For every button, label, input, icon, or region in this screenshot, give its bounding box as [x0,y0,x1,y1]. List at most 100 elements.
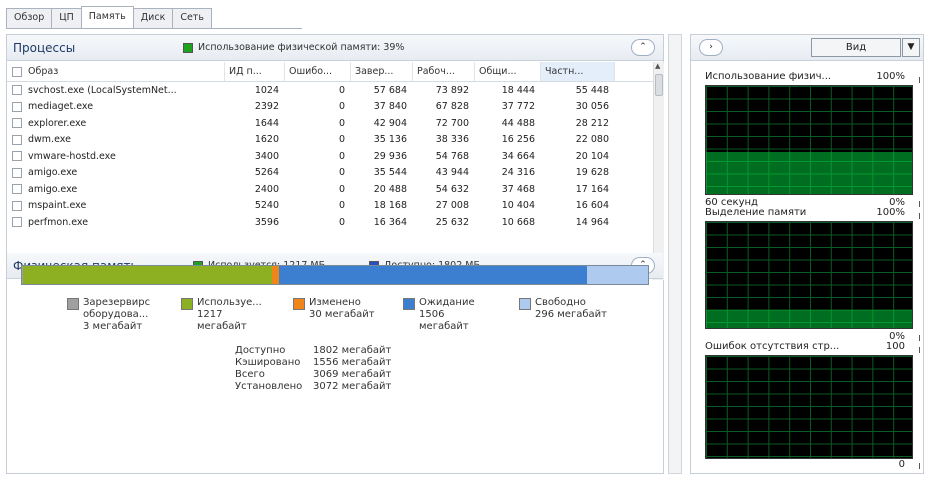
col-image[interactable]: Образ [7,62,225,81]
legend-line: мегабайт [419,321,469,332]
row-checkbox[interactable] [12,184,22,195]
col-pid[interactable]: ИД п... [225,62,285,81]
graph-scale-tick [915,201,920,207]
select-all-checkbox[interactable] [12,66,22,77]
process-value-cell: 0 [338,200,345,212]
process-value-cell: 35 544 [373,167,407,179]
col-shareable[interactable]: Общи... [475,62,541,81]
process-value-cell: 3400 [254,150,279,162]
process-value-cell: 55 448 [575,84,609,96]
graph-fill [706,309,912,328]
process-value-cell: 73 892 [435,84,469,96]
process-value-cell: 20 104 [575,150,609,162]
table-row[interactable]: explorer.exe 1644 0 42 904 72 700 44 488 28 21… [7,115,653,132]
legend-line: 30 мегабайт [309,309,375,320]
col-faults[interactable]: Ошибо... [285,62,351,81]
process-value-cell: 54 768 [435,150,469,162]
table-scrollbar[interactable]: ▲ ▼ [653,62,664,280]
stat-label: Всего [235,369,265,380]
process-value-cell: 37 772 [501,101,535,113]
tab-cpu[interactable]: ЦП [51,8,82,28]
memory-graph [705,355,913,459]
legend-line: мегабайт [197,321,247,332]
table-row[interactable]: mspaint.exe 5240 0 18 168 27 008 10 404 16 604 [7,198,653,215]
table-row[interactable]: svchost.exe (LocalSystemNet... 1024 0 57 68… [7,82,653,99]
processes-header[interactable]: Процессы Использование физической памяти… [7,35,663,61]
stat-label: Доступно [235,345,286,356]
process-value-cell: 44 488 [501,117,535,129]
process-value-cell: 2392 [254,101,279,113]
legend-text: Используе... 1217 мегабайт [197,297,262,333]
tab-memory[interactable]: Память [80,6,134,28]
view-button[interactable]: Вид [811,38,901,57]
process-value-cell: 34 664 [501,150,535,162]
process-value-cell: 20 488 [373,183,407,195]
legend-swatch [293,298,305,310]
legend-line: Зарезервирс [83,297,151,308]
process-value-cell: 19 628 [575,167,609,179]
row-checkbox[interactable] [12,85,22,96]
table-header: Образ ИД п... Ошибо... Завер... Рабоч...… [7,62,653,82]
process-value-cell: 0 [338,84,345,96]
memory-graph [705,221,913,329]
process-table: Образ ИД п... Ошибо... Завер... Рабоч...… [7,62,653,280]
table-row[interactable]: vmware-hostd.exe 3400 0 29 936 54 768 34 664 2… [7,148,653,165]
process-value-cell: 0 [338,167,345,179]
row-checkbox[interactable] [12,200,22,211]
graph-scale-tick [915,335,920,341]
col-private[interactable]: Частн... [541,62,615,81]
row-checkbox[interactable] [12,167,22,178]
table-row[interactable]: amigo.exe 2400 0 20 488 54 632 37 468 17 164 [7,181,653,198]
legend-swatch [67,298,79,310]
process-value-cell: 25 632 [435,216,469,228]
process-value-cell: 5240 [254,200,279,212]
process-value-cell: 35 136 [373,134,407,146]
graph-title: Ошибок отсутствия стр... 100 [705,341,905,352]
row-checkbox[interactable] [12,151,22,162]
graph-scale-tick [915,347,920,353]
legend-text: Ожидание 1506 мегабайт [419,297,475,333]
row-checkbox[interactable] [12,118,22,129]
col-commit[interactable]: Завер... [351,62,413,81]
process-value-cell: 16 364 [373,216,407,228]
view-dropdown-button[interactable]: ▼ [902,38,920,57]
process-value-cell: 37 468 [501,183,535,195]
process-value-cell: 10 404 [501,200,535,212]
process-value-cell: 43 944 [435,167,469,179]
row-checkbox[interactable] [12,101,22,112]
scroll-up-icon[interactable]: ▲ [655,62,660,70]
process-name: svchost.exe (LocalSystemNet... [28,84,177,96]
col-working-set[interactable]: Рабоч... [413,62,475,81]
graph-title-text: Выделение памяти [705,207,807,218]
table-row[interactable]: amigo.exe 5264 0 35 544 43 944 24 316 19 628 [7,165,653,182]
collapse-processes-button[interactable]: ⌃ [631,39,655,56]
row-checkbox[interactable] [12,134,22,145]
legend-line: Изменено [309,297,361,308]
process-name-cell: svchost.exe (LocalSystemNet... [7,85,225,96]
process-name-cell: amigo.exe [7,167,225,178]
row-checkbox[interactable] [12,217,22,228]
left-panel: Процессы Использование физической памяти… [6,34,664,474]
scroll-thumb[interactable] [655,74,663,96]
legend-line: Используе... [197,297,262,308]
memory-bar [21,265,649,285]
process-value-cell: 5264 [254,167,279,179]
process-value-cell: 16 604 [575,200,609,212]
legend-text: Зарезервирс оборудова... 3 мегабайт [83,297,150,333]
expand-arrow-button[interactable]: › [699,39,723,56]
tab-disk[interactable]: Диск [132,8,174,28]
tab-overview[interactable]: Обзор [6,8,53,28]
memory-legend-item: Свободно 296 мегабайт [519,297,629,333]
splitter-scrollbar[interactable] [668,34,682,474]
process-value-cell: 18 444 [501,84,535,96]
graph-scale-tick [915,213,920,219]
process-value-cell: 30 056 [575,101,609,113]
table-row[interactable]: mediaget.exe 2392 0 37 840 67 828 37 772 30 05… [7,99,653,116]
memory-legend-item: Изменено 30 мегабайт [293,297,385,333]
table-row[interactable]: perfmon.exe 3596 0 16 364 25 632 10 668 14 964 [7,214,653,231]
table-row[interactable]: dwm.exe 1620 0 35 136 38 336 16 256 22 080 [7,132,653,149]
graph-title: Использование физич... 100% [705,71,905,82]
tab-network[interactable]: Сеть [172,8,212,28]
stat-label: Установлено [235,381,303,392]
process-name-cell: vmware-hostd.exe [7,151,225,162]
